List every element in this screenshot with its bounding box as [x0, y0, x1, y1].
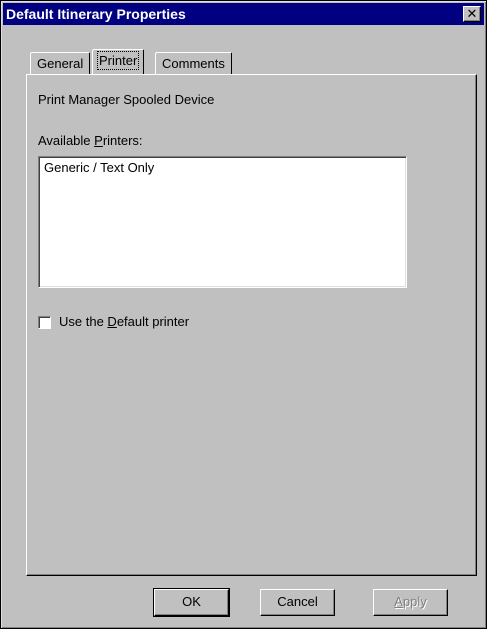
available-printers-label: Available Printers:	[38, 133, 143, 148]
properties-dialog: Default Itinerary Properties ✕ General P…	[0, 0, 487, 629]
tab-general[interactable]: General	[30, 52, 91, 74]
tab-general-label: General	[37, 56, 84, 71]
tab-comments-label: Comments	[162, 56, 225, 71]
tab-comments[interactable]: Comments	[155, 52, 232, 74]
close-button[interactable]: ✕	[463, 6, 481, 22]
available-printers-list[interactable]: Generic / Text Only	[38, 156, 407, 288]
default-printer-label[interactable]: Use the Default printer	[59, 314, 189, 329]
cancel-button[interactable]: Cancel	[260, 589, 335, 616]
title-bar[interactable]: Default Itinerary Properties ✕	[3, 3, 484, 25]
close-icon: ✕	[466, 6, 478, 21]
dialog-title: Default Itinerary Properties	[6, 6, 186, 22]
tab-printer-label: Printer	[96, 51, 140, 70]
ok-button[interactable]: OK	[153, 588, 230, 617]
list-item[interactable]: Generic / Text Only	[44, 160, 154, 175]
printer-tab-panel: Print Manager Spooled Device Available P…	[26, 74, 477, 576]
default-printer-checkbox[interactable]	[38, 316, 51, 329]
tab-printer[interactable]: Printer	[92, 49, 145, 74]
apply-button[interactable]: Apply	[373, 589, 448, 616]
print-manager-device-label: Print Manager Spooled Device	[38, 92, 215, 107]
